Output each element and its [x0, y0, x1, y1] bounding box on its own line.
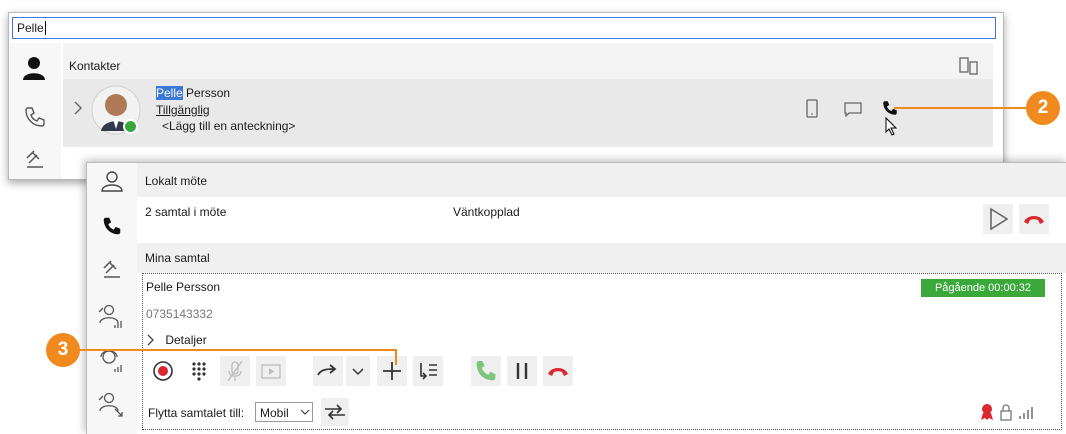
call-number: 0735143332: [146, 307, 213, 321]
answer-button[interactable]: [471, 356, 501, 386]
meeting-calls-count: 2 samtal i möte: [145, 205, 227, 219]
meeting-header: Lokalt möte: [137, 163, 1066, 197]
callout-2-line: [894, 107, 1030, 109]
phone-icon[interactable]: [23, 105, 47, 129]
signal-strength-icon: [1018, 404, 1034, 420]
callout-badge-2: 2: [1026, 91, 1060, 125]
hangup-button[interactable]: [543, 356, 573, 386]
device-switch-icon[interactable]: [959, 57, 979, 75]
contact-last-name: Persson: [186, 86, 231, 100]
move-call-label: Flytta samtalet till:: [148, 406, 245, 420]
call-status-badge: Pågående 00:00:32: [921, 279, 1045, 297]
meeting-state: Väntkopplad: [453, 205, 520, 219]
keypad-button[interactable]: [184, 356, 214, 386]
calls-window: Lokalt möte 2 samtal i möte Väntkopplad …: [86, 162, 1066, 434]
meeting-header-label: Lokalt möte: [145, 174, 208, 188]
active-call-panel: Pelle Persson Pågående 00:00:32 07351433…: [142, 273, 1062, 430]
contacts-header: Kontakter: [63, 43, 993, 79]
person-outline-icon[interactable]: [100, 169, 124, 193]
contacts-header-label: Kontakter: [69, 59, 121, 73]
contacts-window: Pelle Kontakter Pelle Persson Tillgängli…: [8, 12, 1004, 180]
resume-button[interactable]: [983, 204, 1013, 234]
callout-badge-3: 3: [46, 333, 80, 367]
search-text: Pelle: [17, 21, 44, 35]
transfer-button[interactable]: [313, 356, 343, 386]
my-calls-header-label: Mina samtal: [145, 251, 210, 265]
chevron-right-icon[interactable]: [73, 101, 83, 115]
move-target-value: Mobil: [260, 406, 289, 420]
contact-name: Pelle Persson: [156, 86, 230, 100]
gavel-icon[interactable]: [100, 257, 124, 281]
call-list-button[interactable]: [413, 356, 443, 386]
meeting-row[interactable]: 2 samtal i möte Väntkopplad: [137, 197, 1062, 241]
transfer-dropdown-button[interactable]: [346, 356, 370, 386]
details-toggle[interactable]: Detaljer: [146, 332, 207, 347]
video-button[interactable]: [256, 356, 286, 386]
contacts-panel: Kontakter Pelle Persson Tillgänglig <Läg: [63, 43, 993, 179]
mute-button[interactable]: [220, 356, 250, 386]
phone-icon[interactable]: [101, 215, 123, 237]
lock-icon: [999, 403, 1013, 421]
agent-redirect-icon[interactable]: [97, 391, 125, 417]
hangup-meeting-button[interactable]: [1019, 204, 1049, 234]
chevron-right-icon: [147, 334, 154, 346]
call-name: Pelle Persson: [146, 280, 221, 294]
contact-status[interactable]: Tillgänglig: [156, 103, 210, 117]
person-icon[interactable]: [21, 55, 47, 81]
agent-queue-icon[interactable]: [97, 303, 125, 329]
mouse-cursor-icon: [885, 117, 899, 137]
certificate-icon: [979, 403, 995, 421]
calls-sidebar: [87, 163, 137, 434]
mobile-icon[interactable]: [805, 99, 819, 119]
details-label: Detaljer: [165, 332, 207, 347]
move-call-button[interactable]: [321, 398, 349, 426]
chat-icon[interactable]: [843, 101, 863, 117]
gavel-icon[interactable]: [23, 147, 47, 171]
chevron-down-icon: [300, 409, 310, 415]
move-target-select[interactable]: Mobil: [255, 402, 313, 422]
add-call-button[interactable]: [377, 356, 407, 386]
contacts-sidebar: [9, 43, 61, 179]
contact-note[interactable]: <Lägg till en anteckning>: [162, 119, 295, 133]
presence-available-dot: [123, 119, 138, 134]
record-button[interactable]: [148, 356, 178, 386]
callout-3-line: [72, 349, 396, 351]
contact-first-name: Pelle: [156, 86, 183, 100]
contact-row[interactable]: Pelle Persson Tillgänglig <Lägg till en …: [63, 79, 993, 147]
search-input[interactable]: Pelle: [12, 17, 996, 39]
hold-button[interactable]: [507, 356, 537, 386]
avatar: [91, 85, 141, 135]
my-calls-header: Mina samtal: [137, 243, 1066, 273]
callout-3-line-vertical: [395, 349, 397, 365]
